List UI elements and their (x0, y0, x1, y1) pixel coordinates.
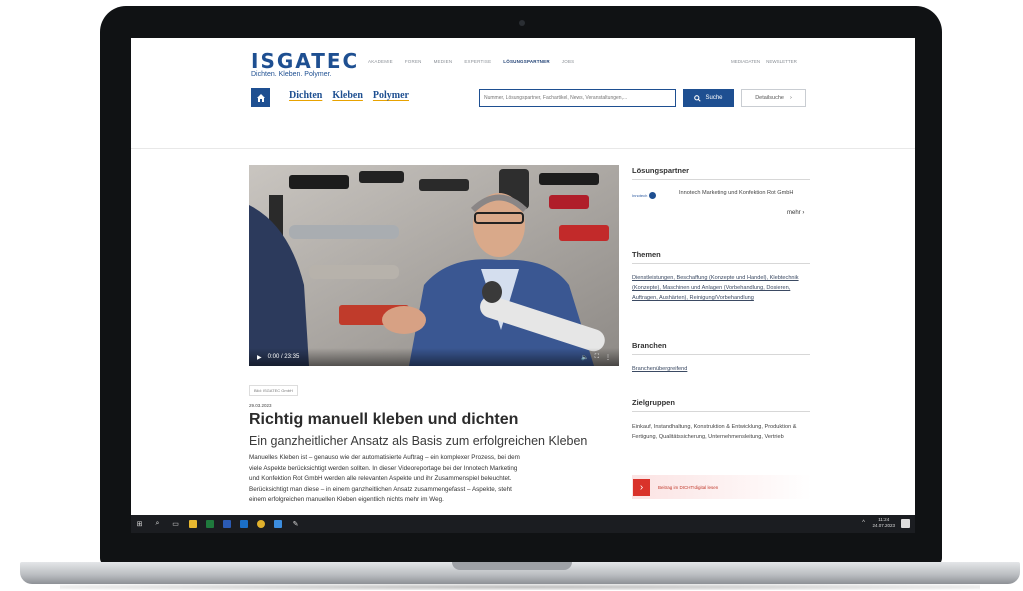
nav-foren[interactable]: Foren (405, 59, 422, 64)
notification-icon[interactable] (901, 519, 910, 528)
article-subtitle: Ein ganzheitlicher Ansatz als Basis zum … (249, 434, 588, 448)
nav-jobs[interactable]: Jobs (562, 59, 575, 64)
detail-search-button[interactable]: Detailsuche › (741, 89, 806, 107)
site-logo[interactable]: ISGATEC Dichten. Kleben. Polymer. (251, 49, 360, 78)
partner-name[interactable]: Innotech Marketing und Konfektion Rot Gm… (679, 188, 814, 198)
windows-start-icon[interactable]: ⊞ (135, 520, 144, 529)
category-dichten[interactable]: Dichten (289, 90, 322, 101)
partner-logo[interactable]: Innotech (632, 190, 665, 200)
partner-logo-text: Innotech (632, 192, 648, 198)
chevron-right-icon: › (633, 478, 650, 496)
article-date: 29.03.2023 (249, 403, 272, 408)
video-player[interactable]: ▶ 0:00 / 23:35 🔈 ⛶ ⋮ (249, 165, 619, 366)
laptop-notch (452, 562, 572, 570)
search-button[interactable]: Suche (683, 89, 734, 107)
article-title: Richtig manuell kleben und dichten (249, 411, 519, 428)
file-explorer-icon[interactable] (189, 520, 197, 528)
partner-heading: Lösungspartner (632, 166, 810, 180)
volume-icon[interactable]: 🔈 (581, 354, 588, 361)
article-line: einem erfolgreichen manuellen Kleben eig… (249, 496, 444, 503)
branchen-heading: Branchen (632, 341, 810, 355)
article-line: Manuelles Kleben ist – genauso wie der a… (249, 454, 520, 461)
themen-links[interactable]: Dienstleistungen, Beschaffung (Konzepte … (632, 273, 812, 303)
taskbar: ⊞ ⌕ ▭ ✎ ^ 11:24 24.07.2023 (131, 515, 915, 533)
article-line: und Konfektion Rot GmbH werden alle rele… (249, 475, 512, 482)
nav-medien[interactable]: Medien (434, 59, 453, 64)
partner-logo-mark (649, 191, 657, 199)
outlook-icon[interactable] (240, 520, 248, 528)
themen-heading: Themen (632, 250, 810, 264)
clock-date: 24.07.2023 (872, 523, 895, 528)
category-nav: Dichten Kleben Polymer (289, 90, 409, 101)
category-kleben[interactable]: Kleben (332, 90, 363, 101)
header-divider (131, 148, 915, 149)
webcam (519, 20, 525, 26)
video-time: 0:00 / 23:35 (267, 354, 300, 360)
cta-label: Beitrag im DICHT!digital lesen (658, 484, 719, 490)
taskbar-clock[interactable]: 11:24 24.07.2023 (872, 517, 895, 529)
word-icon[interactable] (223, 520, 231, 528)
top-links: Mediadaten Newsletter (731, 59, 797, 64)
chevron-right-icon: › (802, 210, 805, 216)
excel-icon[interactable] (206, 520, 214, 528)
play-icon[interactable]: ▶ (257, 354, 262, 361)
article-line: viele Aspekte berücksichtigt werden soll… (249, 464, 518, 472)
tray-chevron-icon[interactable]: ^ (862, 520, 865, 526)
nav-expertise[interactable]: Expertise (464, 59, 491, 64)
task-view-icon[interactable]: ▭ (171, 520, 180, 529)
laptop-screen: ISGATEC Dichten. Kleben. Polymer. Akadem… (131, 38, 915, 533)
search-icon (694, 94, 702, 102)
link-newsletter[interactable]: Newsletter (766, 59, 797, 64)
search-input[interactable] (479, 89, 676, 107)
home-icon (256, 93, 265, 102)
video-frame (249, 165, 619, 366)
more-options-icon[interactable]: ⋮ (605, 354, 611, 361)
link-mediadaten[interactable]: Mediadaten (731, 59, 760, 64)
nav-loesungspartner[interactable]: Lösungspartner (503, 59, 549, 64)
article-body: Manuelles Kleben ist – genauso wie der a… (249, 453, 617, 506)
chrome-icon[interactable] (257, 520, 265, 528)
detail-search-label: Detailsuche (755, 95, 784, 101)
category-polymer[interactable]: Polymer (373, 90, 409, 101)
zielgruppen-heading: Zielgruppen (632, 398, 810, 412)
app-icon[interactable]: ✎ (291, 520, 300, 529)
zielgruppen-text: Einkauf, Instandhaltung, Konstruktion & … (632, 424, 797, 440)
read-in-magazine-button[interactable]: › Beitrag im DICHT!digital lesen (632, 475, 812, 499)
search-button-label: Suche (705, 95, 723, 101)
laptop-shadow (60, 584, 980, 590)
more-label: mehr (787, 210, 801, 216)
image-credit: Bild: ISGATEC GmbH (249, 385, 298, 396)
logo-text: ISGATEC (251, 49, 360, 73)
article-line: Berücksichtigt man diese – in einem ganz… (249, 485, 512, 493)
home-button[interactable] (251, 88, 270, 107)
chevron-right-icon: › (789, 95, 792, 101)
branchen-link[interactable]: Branchenübergreifend (632, 364, 812, 374)
video-controls: ▶ 0:00 / 23:35 🔈 ⛶ ⋮ (249, 348, 619, 366)
search-icon[interactable]: ⌕ (153, 520, 162, 529)
top-nav: Akademie Foren Medien Expertise Lösungsp… (368, 59, 574, 64)
app-icon[interactable] (274, 520, 282, 528)
partner-more-link[interactable]: mehr › (787, 210, 804, 216)
nav-akademie[interactable]: Akademie (368, 59, 393, 64)
fullscreen-icon[interactable]: ⛶ (595, 354, 599, 361)
